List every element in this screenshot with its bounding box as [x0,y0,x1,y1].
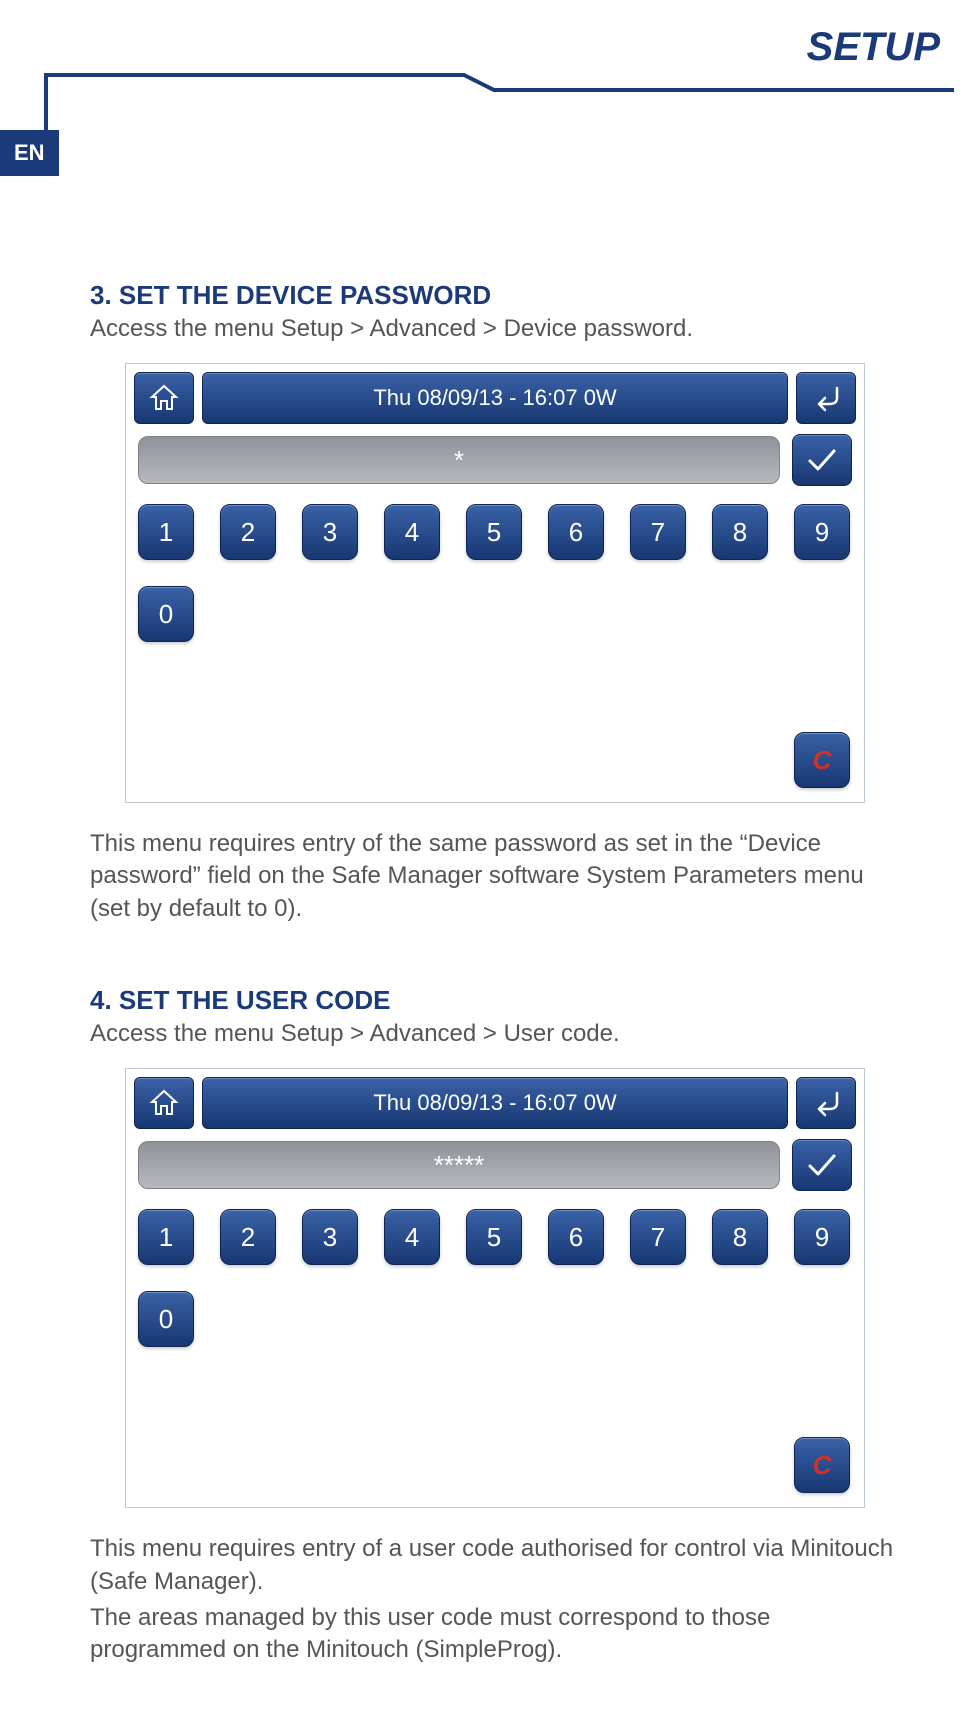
return-arrow-icon [809,384,843,412]
keypad: 1 2 3 4 5 6 7 8 9 0 [126,1191,864,1357]
header-rule [44,72,954,92]
return-arrow-icon [809,1089,843,1117]
clear-button[interactable]: C [794,732,850,788]
key-6[interactable]: 6 [548,1209,604,1265]
key-9[interactable]: 9 [794,1209,850,1265]
home-button[interactable] [134,1077,194,1129]
page-header: SETUP [0,10,960,100]
section-3-heading: 3. SET THE DEVICE PASSWORD [90,280,900,311]
key-6[interactable]: 6 [548,504,604,560]
section-3-subtitle: Access the menu Setup > Advanced > Devic… [90,315,900,343]
confirm-button[interactable] [792,434,852,486]
key-5[interactable]: 5 [466,1209,522,1265]
section-4-heading: 4. SET THE USER CODE [90,985,900,1016]
password-input[interactable]: * [138,436,780,484]
page-title: SETUP [807,25,940,70]
key-2[interactable]: 2 [220,1209,276,1265]
key-4[interactable]: 4 [384,504,440,560]
home-icon [149,1089,179,1117]
check-icon [806,1152,838,1178]
key-7[interactable]: 7 [630,504,686,560]
check-icon [806,447,838,473]
clear-button[interactable]: C [794,1437,850,1493]
home-icon [149,384,179,412]
key-7[interactable]: 7 [630,1209,686,1265]
device-password-panel: Thu 08/09/13 - 16:07 0W * 1 2 3 4 5 6 7 [125,363,865,803]
key-0[interactable]: 0 [138,1291,194,1347]
key-1[interactable]: 1 [138,504,194,560]
section-4-description-2: The areas managed by this user code must… [90,1602,900,1667]
key-8[interactable]: 8 [712,1209,768,1265]
key-4[interactable]: 4 [384,1209,440,1265]
section-4-description-1: This menu requires entry of a user code … [90,1533,900,1598]
home-button[interactable] [134,372,194,424]
panel-titlebar: Thu 08/09/13 - 16:07 0W [202,372,788,424]
key-9[interactable]: 9 [794,504,850,560]
confirm-button[interactable] [792,1139,852,1191]
key-1[interactable]: 1 [138,1209,194,1265]
key-3[interactable]: 3 [302,1209,358,1265]
user-code-panel: Thu 08/09/13 - 16:07 0W ***** 1 2 3 4 5 … [125,1068,865,1508]
key-2[interactable]: 2 [220,504,276,560]
usercode-input[interactable]: ***** [138,1141,780,1189]
key-8[interactable]: 8 [712,504,768,560]
panel-titlebar: Thu 08/09/13 - 16:07 0W [202,1077,788,1129]
back-button[interactable] [796,1077,856,1129]
back-button[interactable] [796,372,856,424]
language-badge: EN [0,130,59,176]
key-5[interactable]: 5 [466,504,522,560]
key-3[interactable]: 3 [302,504,358,560]
section-4-subtitle: Access the menu Setup > Advanced > User … [90,1020,900,1048]
section-3-description: This menu requires entry of the same pas… [90,828,900,925]
keypad: 1 2 3 4 5 6 7 8 9 0 [126,486,864,652]
key-0[interactable]: 0 [138,586,194,642]
